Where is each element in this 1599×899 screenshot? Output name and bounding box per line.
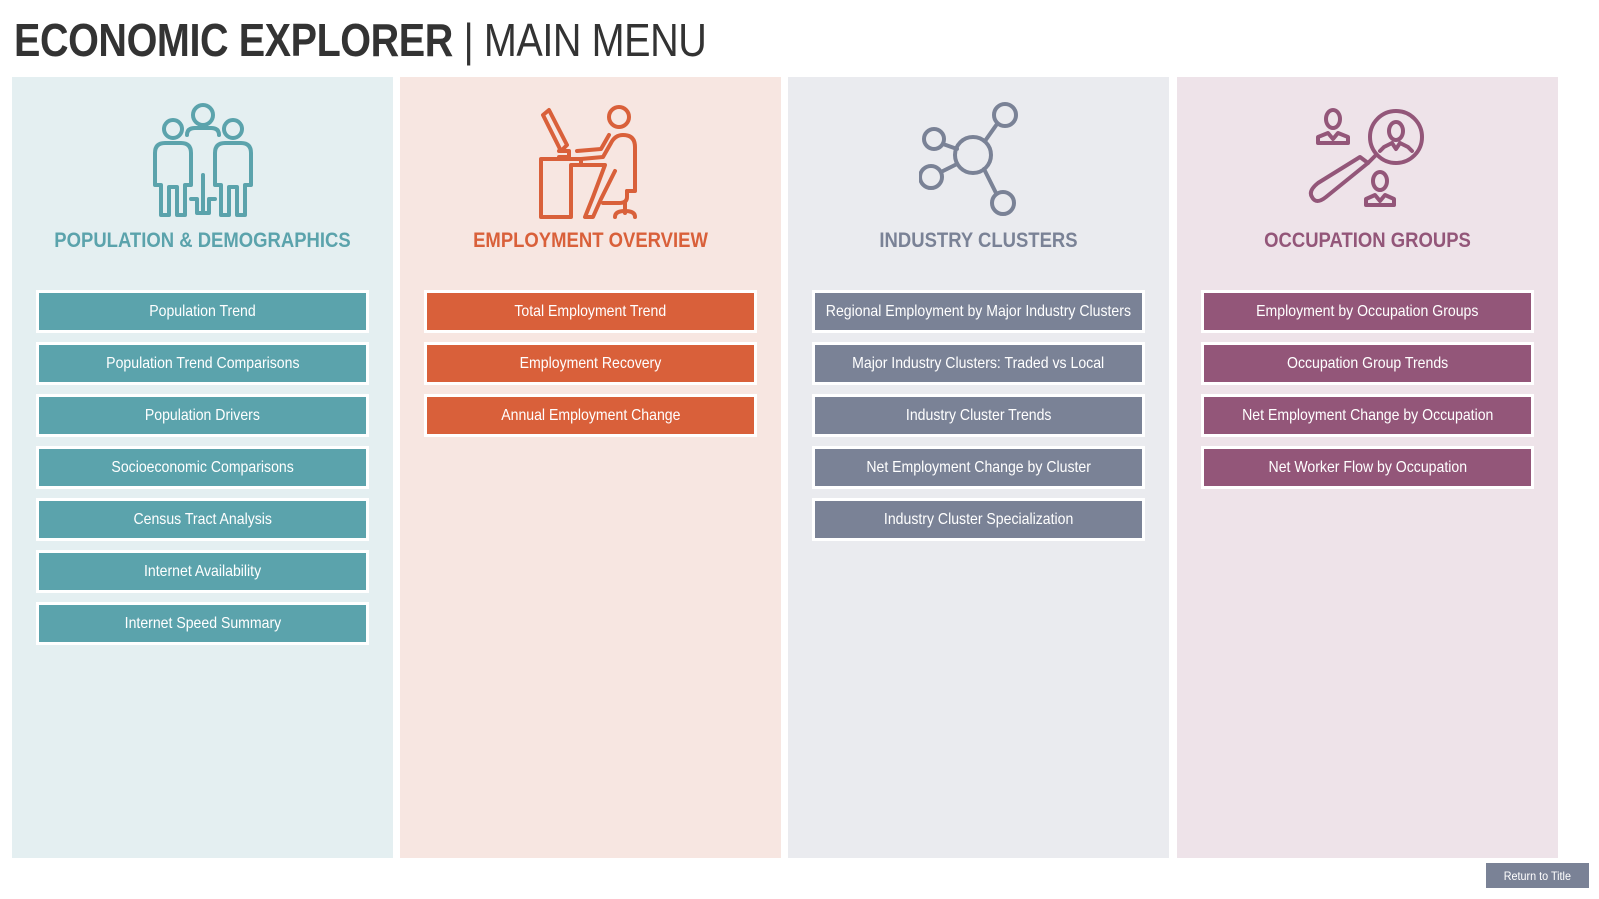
button-label: Census Tract Analysis (133, 510, 272, 528)
return-button-label: Return to Title (1503, 868, 1572, 883)
people-group-icon (152, 103, 253, 217)
page-subtitle: MAIN MENU (483, 14, 707, 66)
menu-button-socioeconomic-comparisons[interactable]: Socioeconomic Comparisons (36, 446, 369, 489)
panel-title: EMPLOYMENT OVERVIEW (473, 229, 708, 252)
button-list: Total Employment Trend Employment Recove… (424, 290, 757, 437)
button-label: Net Employment Change by Cluster (866, 458, 1091, 476)
button-label: Net Worker Flow by Occupation (1268, 458, 1467, 476)
panel-title: OCCUPATION GROUPS (1264, 229, 1471, 252)
button-label: Total Employment Trend (514, 302, 667, 320)
people-search-icon (1308, 108, 1424, 207)
menu-button-traded-vs-local[interactable]: Major Industry Clusters: Traded vs Local (812, 342, 1145, 385)
menu-button-population-trend-comparisons[interactable]: Population Trend Comparisons (36, 342, 369, 385)
button-label: Industry Cluster Specialization (883, 510, 1074, 528)
panel-industry-clusters: INDUSTRY CLUSTERS Regional Employment by… (788, 77, 1169, 858)
button-label: Population Trend (149, 302, 256, 320)
icon-container (12, 101, 393, 221)
menu-button-net-worker-flow-by-occupation[interactable]: Net Worker Flow by Occupation (1201, 446, 1534, 489)
button-label: Employment by Occupation Groups (1256, 302, 1479, 320)
menu-button-total-employment-trend[interactable]: Total Employment Trend (424, 290, 757, 333)
menu-button-net-employment-change-by-cluster[interactable]: Net Employment Change by Cluster (812, 446, 1145, 489)
panel-employment-overview: EMPLOYMENT OVERVIEW Total Employment Tre… (400, 77, 781, 858)
menu-button-employment-by-occupation-groups[interactable]: Employment by Occupation Groups (1201, 290, 1534, 333)
button-label: Major Industry Clusters: Traded vs Local (852, 354, 1105, 372)
menu-button-occupation-group-trends[interactable]: Occupation Group Trends (1201, 342, 1534, 385)
page-title: ECONOMIC EXPLORER | MAIN MENU (14, 12, 707, 68)
network-nodes-icon (918, 102, 1018, 216)
menu-button-census-tract-analysis[interactable]: Census Tract Analysis (36, 498, 369, 541)
panel-population-demographics: POPULATION & DEMOGRAPHICS Population Tre… (12, 77, 393, 858)
app-title: ECONOMIC EXPLORER (14, 14, 453, 66)
return-to-title-button[interactable]: Return to Title (1486, 863, 1589, 888)
menu-button-industry-cluster-specialization[interactable]: Industry Cluster Specialization (812, 498, 1145, 541)
button-label: Socioeconomic Comparisons (111, 458, 294, 476)
menu-button-annual-employment-change[interactable]: Annual Employment Change (424, 394, 757, 437)
panel-occupation-groups: OCCUPATION GROUPS Employment by Occupati… (1177, 77, 1558, 858)
button-list: Regional Employment by Major Industry Cl… (812, 290, 1145, 541)
icon-container (1177, 101, 1558, 221)
button-label: Employment Recovery (519, 354, 662, 372)
button-label: Regional Employment by Major Industry Cl… (825, 302, 1132, 320)
button-label: Population Trend Comparisons (105, 354, 300, 372)
menu-button-regional-employment-by-major-industry-clusters[interactable]: Regional Employment by Major Industry Cl… (812, 290, 1145, 333)
button-label: Occupation Group Trends (1286, 354, 1449, 372)
panel-title: INDUSTRY CLUSTERS (879, 229, 1078, 252)
worker-at-desk-icon (538, 105, 637, 219)
panel-title: POPULATION & DEMOGRAPHICS (54, 229, 351, 252)
menu-button-industry-cluster-trends[interactable]: Industry Cluster Trends (812, 394, 1145, 437)
icon-container (788, 101, 1169, 221)
menu-button-internet-availability[interactable]: Internet Availability (36, 550, 369, 593)
menu-button-net-employment-change-by-occupation[interactable]: Net Employment Change by Occupation (1201, 394, 1534, 437)
menu-button-employment-recovery[interactable]: Employment Recovery (424, 342, 757, 385)
button-label: Population Drivers (144, 406, 261, 424)
title-separator: | (452, 14, 484, 66)
button-label: Net Employment Change by Occupation (1241, 406, 1494, 424)
button-list: Population Trend Population Trend Compar… (36, 290, 369, 645)
button-list: Employment by Occupation Groups Occupati… (1201, 290, 1534, 489)
button-label: Industry Cluster Trends (905, 406, 1052, 424)
button-label: Annual Employment Change (500, 406, 681, 424)
icon-container (400, 101, 781, 221)
menu-button-population-trend[interactable]: Population Trend (36, 290, 369, 333)
menu-button-population-drivers[interactable]: Population Drivers (36, 394, 369, 437)
button-label: Internet Availability (143, 562, 262, 580)
button-label: Internet Speed Summary (124, 614, 281, 632)
menu-button-internet-speed-summary[interactable]: Internet Speed Summary (36, 602, 369, 645)
